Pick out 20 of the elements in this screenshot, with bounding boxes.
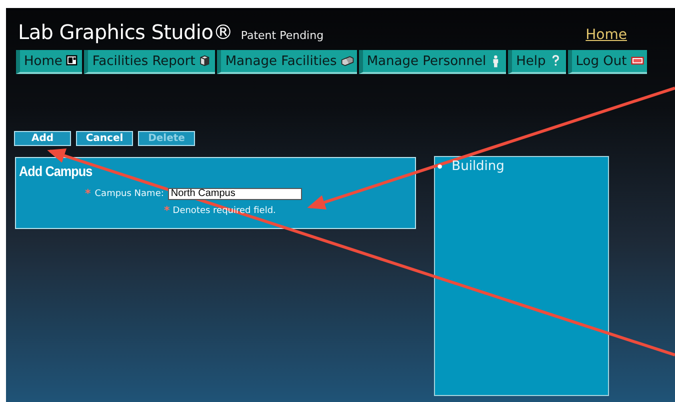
field-label: Campus Name:: [94, 188, 164, 198]
nav-tab[interactable]: Facilities Report: [84, 50, 216, 74]
action-button[interactable]: Cancel: [76, 131, 133, 146]
window-icon: [66, 54, 80, 68]
nav-tab[interactable]: Manage Facilities: [217, 50, 357, 74]
nav-tab[interactable]: Help: [508, 50, 566, 74]
nav-tab[interactable]: Log Out: [568, 50, 647, 74]
home-link[interactable]: Home: [586, 27, 627, 43]
action-button[interactable]: Add: [14, 131, 71, 146]
required-mark: *: [164, 204, 170, 217]
nav-tab[interactable]: Home: [16, 50, 82, 74]
nav-tab[interactable]: Manage Personnel: [358, 50, 506, 74]
required-mark: *: [85, 187, 91, 200]
form-title: Add Campus: [19, 163, 94, 179]
input-field[interactable]: North Campus: [168, 188, 302, 200]
tree-item[interactable]: Building: [452, 159, 504, 174]
boxes-icon: [340, 54, 354, 68]
app-subtitle: Patent Pending: [240, 29, 324, 42]
exit-sign-icon: [630, 54, 644, 68]
app-title: Lab Graphics Studio®: [18, 20, 233, 44]
